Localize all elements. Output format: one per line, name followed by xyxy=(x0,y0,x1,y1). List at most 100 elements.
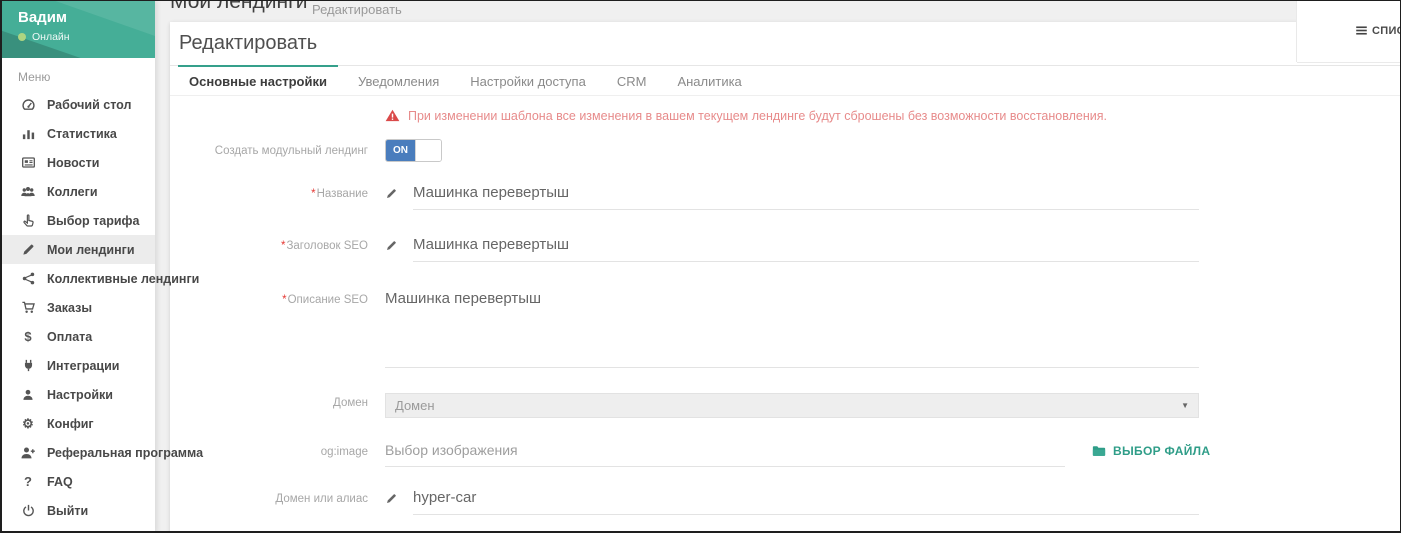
og-image-row: og:image Выбор изображения ВЫБОР ФАЙЛА xyxy=(170,442,1401,467)
sidebar-item-payment[interactable]: $ Оплата xyxy=(0,322,155,351)
warning-banner: При изменении шаблона все изменения в ва… xyxy=(385,108,1401,123)
warning-icon xyxy=(385,108,400,123)
sidebar-item-label: FAQ xyxy=(47,475,73,489)
sidebar-item-label: Оплата xyxy=(47,330,92,344)
tab-access-settings[interactable]: Настройки доступа xyxy=(459,65,597,95)
sidebar-item-dashboard[interactable]: Рабочий стол xyxy=(0,90,155,119)
title-label: Название xyxy=(317,188,368,200)
tab-main-settings[interactable]: Основные настройки xyxy=(178,65,338,95)
landings-icon xyxy=(18,242,38,257)
sidebar-item-label: Коллективные лендинги xyxy=(47,272,199,286)
tab-label: CRM xyxy=(617,74,647,89)
required-mark: * xyxy=(282,294,286,306)
orders-icon xyxy=(18,300,38,315)
sidebar-item-config[interactable]: ⚙ Конфиг xyxy=(0,409,155,438)
tab-label: Основные настройки xyxy=(189,74,327,89)
main-content: Мои лендинги Редактировать СПИСОК Редакт… xyxy=(155,0,1401,533)
news-icon xyxy=(18,155,38,170)
sidebar-item-logout[interactable]: Выйти xyxy=(0,496,155,525)
seo-title-label: Заголовок SEO xyxy=(286,240,368,252)
user-name: Вадим xyxy=(18,9,67,26)
sidebar-item-label: Выбор тарифа xyxy=(47,214,139,228)
settings-icon xyxy=(18,388,38,402)
tab-notifications[interactable]: Уведомления xyxy=(347,65,450,95)
sidebar-item-collective-landings[interactable]: Коллективные лендинги xyxy=(0,264,155,293)
pencil-icon xyxy=(385,184,413,200)
choose-file-label: ВЫБОР ФАЙЛА xyxy=(1113,444,1210,458)
seo-description-label: Описание SEO xyxy=(288,294,368,306)
sidebar-item-label: Новости xyxy=(47,156,99,170)
menu-section-label: Меню xyxy=(0,58,155,90)
title-input[interactable]: Машинка перевертыш xyxy=(413,184,1199,210)
select-arrow-icon: ▼ xyxy=(1181,401,1189,410)
alias-label: Домен или алиас xyxy=(170,489,368,515)
referral-icon xyxy=(18,445,38,461)
user-panel: Вадим Онлайн xyxy=(0,0,155,58)
sidebar-item-colleagues[interactable]: Коллеги xyxy=(0,177,155,206)
breadcrumb: Редактировать xyxy=(312,2,402,17)
settings-form: При изменении шаблона все изменения в ва… xyxy=(170,96,1401,515)
card-header: Редактировать xyxy=(170,22,1401,65)
domain-select-value: Домен xyxy=(395,398,1181,413)
edit-card: Редактировать Основные настройки Уведомл… xyxy=(170,22,1401,533)
alias-row: Домен или алиас hyper-car xyxy=(170,489,1401,515)
page-title: Мои лендинги xyxy=(170,0,307,14)
sidebar-item-label: Мои лендинги xyxy=(47,243,135,257)
seo-description-textarea[interactable]: Машинка перевертыш xyxy=(385,290,1199,368)
toggle-knob xyxy=(415,140,441,161)
sidebar-item-label: Заказы xyxy=(47,301,92,315)
sidebar-item-label: Реферальная программа xyxy=(47,446,203,460)
sidebar-item-orders[interactable]: Заказы xyxy=(0,293,155,322)
config-icon: ⚙ xyxy=(18,416,38,432)
collective-icon xyxy=(18,271,38,286)
alias-input[interactable]: hyper-car xyxy=(413,489,1199,515)
tab-bar: Основные настройки Уведомления Настройки… xyxy=(170,65,1401,96)
sidebar-item-label: Настройки xyxy=(47,388,113,402)
sidebar-item-label: Коллеги xyxy=(47,185,98,199)
sidebar-item-referral[interactable]: Реферальная программа xyxy=(0,438,155,467)
sidebar-item-integrations[interactable]: Интеграции xyxy=(0,351,155,380)
required-mark: * xyxy=(281,240,285,252)
domain-row: Домен Домен ▼ xyxy=(170,393,1401,418)
tab-label: Аналитика xyxy=(677,74,741,89)
list-button-label: СПИСОК xyxy=(1372,25,1401,37)
online-status-icon xyxy=(18,33,26,41)
sidebar-item-faq[interactable]: ? FAQ xyxy=(0,467,155,496)
user-status: Онлайн xyxy=(18,31,70,43)
list-button-panel: СПИСОК xyxy=(1297,0,1401,62)
seo-description-row: *Описание SEO Машинка перевертыш xyxy=(170,290,1401,368)
stats-icon xyxy=(18,126,38,141)
list-button[interactable]: СПИСОК xyxy=(1355,24,1401,37)
user-status-label: Онлайн xyxy=(32,31,70,43)
sidebar-item-news[interactable]: Новости xyxy=(0,148,155,177)
tariff-icon xyxy=(18,213,38,228)
sidebar-item-settings[interactable]: Настройки xyxy=(0,380,155,409)
sidebar: Вадим Онлайн Меню Рабочий стол Статистик… xyxy=(0,0,155,533)
sidebar-item-my-landings[interactable]: Мои лендинги xyxy=(0,235,155,264)
faq-icon: ? xyxy=(18,474,38,489)
sidebar-item-label: Рабочий стол xyxy=(47,98,131,112)
folder-icon xyxy=(1091,444,1107,458)
modular-landing-row: Создать модульный лендинг ON xyxy=(170,139,1401,162)
seo-title-row: *Заголовок SEO Машинка перевертыш xyxy=(170,236,1401,262)
tab-crm[interactable]: CRM xyxy=(606,65,658,95)
pencil-icon xyxy=(385,489,413,505)
card-title: Редактировать xyxy=(179,32,317,55)
og-image-input[interactable]: Выбор изображения xyxy=(385,442,1065,467)
logout-icon xyxy=(18,503,38,518)
toggle-on-label: ON xyxy=(386,140,415,161)
modular-landing-toggle[interactable]: ON xyxy=(385,139,442,162)
title-row: *Название Машинка перевертыш xyxy=(170,184,1401,210)
tab-analytics[interactable]: Аналитика xyxy=(666,65,752,95)
sidebar-item-label: Интеграции xyxy=(47,359,119,373)
sidebar-item-label: Конфиг xyxy=(47,417,94,431)
warning-text: При изменении шаблона все изменения в ва… xyxy=(408,109,1107,123)
domain-select[interactable]: Домен ▼ xyxy=(385,393,1199,418)
sidebar-item-label: Выйти xyxy=(47,504,88,518)
sidebar-item-statistics[interactable]: Статистика xyxy=(0,119,155,148)
sidebar-item-tariff[interactable]: Выбор тарифа xyxy=(0,206,155,235)
seo-title-input[interactable]: Машинка перевертыш xyxy=(413,236,1199,262)
choose-file-button[interactable]: ВЫБОР ФАЙЛА xyxy=(1091,442,1210,458)
modular-landing-label: Создать модульный лендинг xyxy=(170,145,368,157)
domain-label: Домен xyxy=(170,393,368,418)
